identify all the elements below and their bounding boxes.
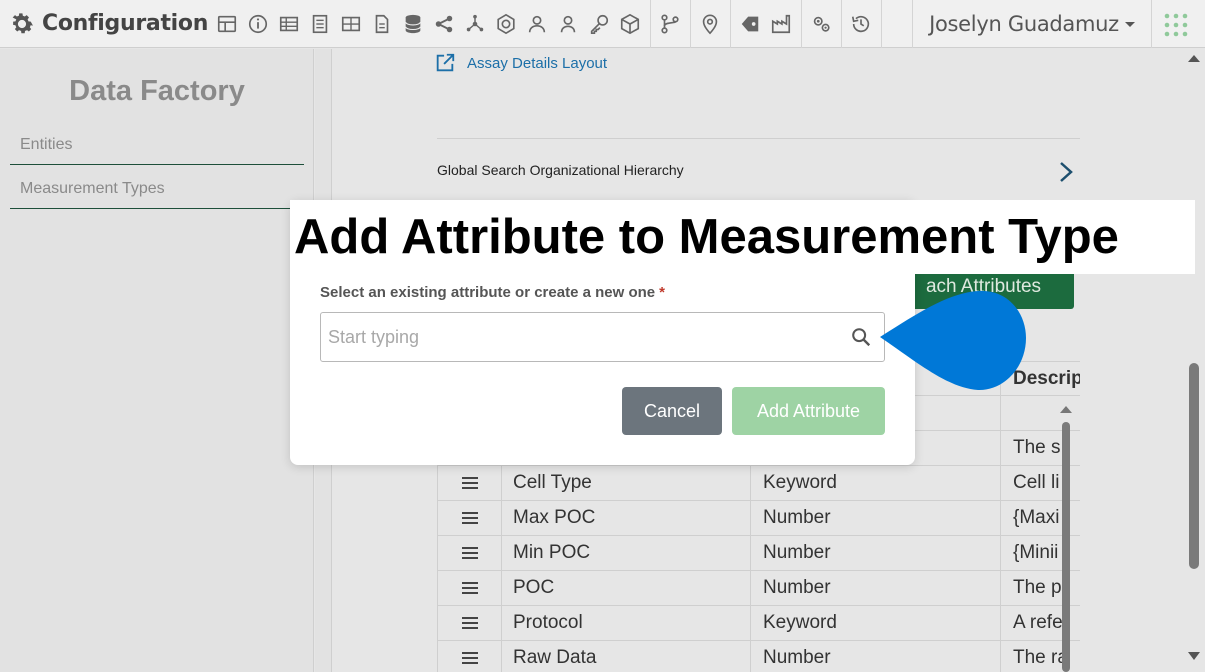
- attribute-search-field[interactable]: [320, 312, 885, 362]
- cancel-button[interactable]: Cancel: [622, 387, 722, 435]
- attribute-field-label: Select an existing attribute or create a…: [320, 284, 665, 301]
- callout-pointer-icon: [880, 290, 1026, 391]
- attribute-field-label-text: Select an existing attribute or create a…: [320, 284, 656, 301]
- required-marker: *: [659, 284, 665, 301]
- modal-title: Add Attribute to Measurement Type: [290, 200, 1195, 274]
- attribute-search-input[interactable]: [321, 313, 841, 361]
- search-icon[interactable]: [850, 326, 872, 348]
- add-attribute-button[interactable]: Add Attribute: [732, 387, 885, 435]
